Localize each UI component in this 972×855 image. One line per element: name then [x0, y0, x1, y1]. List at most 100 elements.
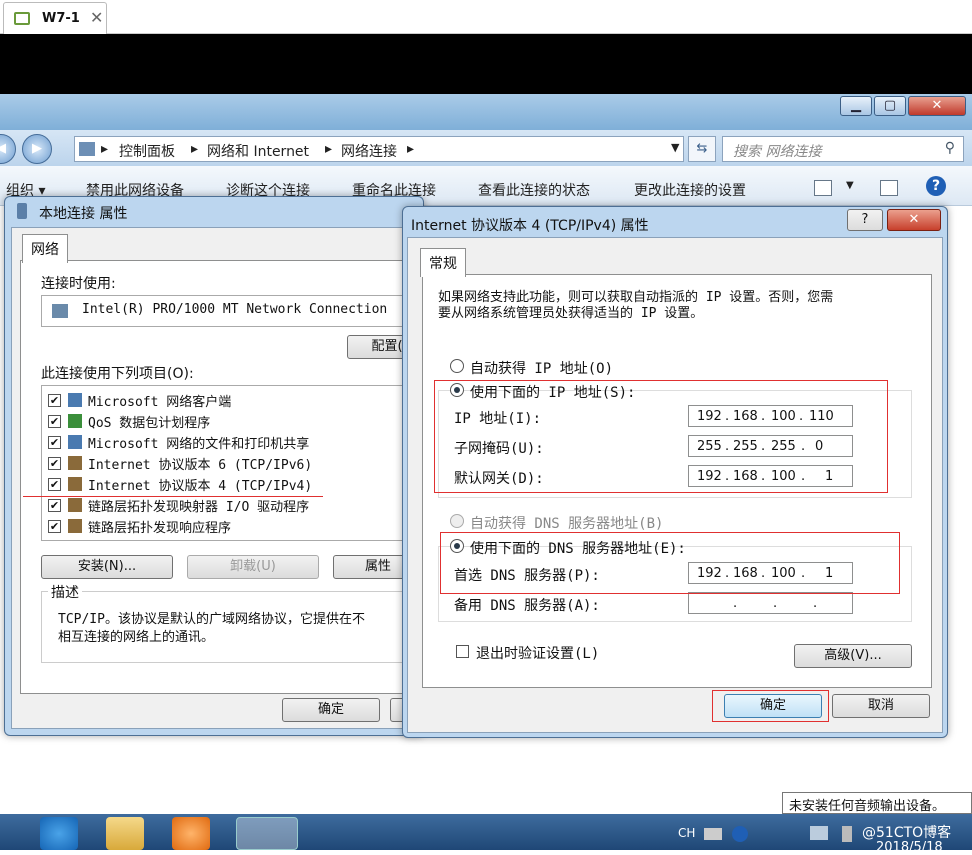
explorer-caption: ▁ ▢ ✕ — [0, 94, 972, 130]
vm-tab-title: W7-1 — [42, 11, 80, 26]
maximize-button[interactable]: ▢ — [874, 96, 906, 116]
description-legend: 描述 — [48, 582, 82, 602]
auto-ip-radio[interactable] — [450, 359, 464, 373]
item-label: QoS 数据包计划程序 — [88, 416, 211, 431]
vm-tab-close-icon[interactable]: ✕ — [90, 8, 103, 27]
vm-toolbar-area — [0, 34, 972, 94]
red-underline — [23, 496, 323, 497]
local-connection-dialog: 本地连接 属性 网络 连接时使用: Intel(R) PRO/1000 MT N… — [4, 196, 430, 736]
language-indicator[interactable]: CH — [678, 826, 695, 840]
search-icon: ⚲ — [944, 140, 955, 156]
item-label: Internet 协议版本 4 (TCP/IPv4) — [88, 479, 313, 494]
description-line-2: 相互连接的网络上的通讯。 — [58, 630, 215, 645]
item-checkbox[interactable]: ✔ — [48, 478, 61, 491]
uninstall-button[interactable]: 卸载(U) — [187, 555, 319, 579]
address-bar-row: ◀ ▶ ▸ 控制面板 ▸ 网络和 Internet ▸ 网络连接 ▸ ▼ ⇆ 搜… — [0, 130, 972, 166]
connect-using-label: 连接时使用: — [41, 276, 116, 292]
control-panel-icon — [79, 142, 95, 156]
item-checkbox[interactable]: ✔ — [48, 415, 61, 428]
component-icon — [68, 498, 82, 512]
address-input[interactable]: ▸ 控制面板 ▸ 网络和 Internet ▸ 网络连接 ▸ ▼ — [74, 136, 684, 162]
description-line-1: TCP/IP。该协议是默认的广域网络协议，它提供在不 — [58, 612, 365, 627]
item-label: 链路层拓扑发现响应程序 — [88, 521, 232, 536]
red-highlight-ip — [434, 380, 888, 493]
item-checkbox[interactable]: ✔ — [48, 457, 61, 470]
help-icon[interactable]: ? — [926, 176, 946, 196]
network-adapter-icon — [17, 203, 27, 219]
list-item[interactable]: ✔ Internet 协议版本 6 (TCP/IPv6) — [42, 453, 412, 473]
network-tray-icon[interactable] — [810, 826, 828, 840]
red-highlight-dns — [440, 532, 900, 594]
auto-ip-label: 自动获得 IP 地址(O) — [470, 361, 614, 377]
list-item[interactable]: ✔ 链路层拓扑发现映射器 I/O 驱动程序 — [42, 495, 412, 515]
ipv4-close-button[interactable]: ✕ — [887, 209, 941, 231]
auto-dns-label: 自动获得 DNS 服务器地址(B) — [470, 516, 664, 532]
list-item[interactable]: ✔ Microsoft 网络客户端 — [42, 390, 412, 410]
ie-icon[interactable] — [40, 817, 78, 850]
network-card-icon — [52, 304, 68, 318]
component-icon — [68, 477, 82, 491]
breadcrumb-network-internet[interactable]: 网络和 Internet — [207, 141, 309, 161]
media-player-icon[interactable] — [172, 817, 210, 850]
local-ok-button[interactable]: 确定 — [282, 698, 380, 722]
preview-pane-icon[interactable] — [880, 180, 898, 196]
ipv4-cancel-button[interactable]: 取消 — [832, 694, 930, 718]
help-button[interactable]: ? — [847, 209, 883, 231]
refresh-icon[interactable]: ⇆ — [688, 136, 716, 162]
list-item[interactable]: ✔ Microsoft 网络的文件和打印机共享 — [42, 432, 412, 452]
item-checkbox[interactable]: ✔ — [48, 436, 61, 449]
minimize-button[interactable]: ▁ — [840, 96, 872, 116]
validate-checkbox[interactable] — [456, 645, 469, 658]
speaker-icon[interactable] — [842, 826, 852, 842]
item-checkbox[interactable]: ✔ — [48, 520, 61, 533]
item-label: Internet 协议版本 6 (TCP/IPv6) — [88, 458, 313, 473]
list-item[interactable]: ✔ 链路层拓扑发现响应程序 — [42, 516, 412, 536]
forward-button[interactable]: ▶ — [22, 134, 52, 164]
adapter-name: Intel(R) PRO/1000 MT Network Connection — [82, 302, 388, 317]
help-tray-icon[interactable] — [732, 826, 748, 842]
component-icon — [68, 435, 82, 449]
item-label: Microsoft 网络客户端 — [88, 395, 232, 410]
list-item[interactable]: ✔ QoS 数据包计划程序 — [42, 411, 412, 431]
dialog-body: 网络 连接时使用: Intel(R) PRO/1000 MT Network C… — [11, 227, 430, 729]
cmd-change-settings[interactable]: 更改此连接的设置 — [634, 180, 746, 200]
chevron-down-icon[interactable]: ▼ — [671, 141, 679, 154]
tab-general[interactable]: 常规 — [420, 248, 466, 277]
description-group: 描述 TCP/IP。该协议是默认的广域网络协议，它提供在不 相互连接的网络上的通… — [41, 582, 419, 663]
network-connections-taskbar-icon[interactable] — [236, 817, 298, 850]
close-button[interactable]: ✕ — [908, 96, 966, 116]
keyboard-icon[interactable] — [704, 828, 722, 840]
item-checkbox[interactable]: ✔ — [48, 499, 61, 512]
list-item[interactable]: ✔ Internet 协议版本 4 (TCP/IPv4) — [42, 474, 412, 494]
breadcrumb-network-connections[interactable]: 网络连接 — [341, 141, 397, 161]
chevron-down-icon[interactable]: ▼ — [846, 180, 854, 191]
auto-dns-radio[interactable] — [450, 514, 464, 528]
explorer-folder-icon[interactable] — [106, 817, 144, 850]
back-button[interactable]: ◀ — [0, 134, 16, 164]
item-label: Microsoft 网络的文件和打印机共享 — [88, 437, 310, 452]
tab-network[interactable]: 网络 — [22, 234, 68, 263]
search-placeholder: 搜索 网络连接 — [733, 144, 822, 160]
breadcrumb-control-panel[interactable]: 控制面板 — [119, 141, 175, 161]
alternate-dns-input[interactable]: . . . — [688, 592, 853, 614]
search-input[interactable]: 搜索 网络连接 ⚲ — [722, 136, 964, 162]
cmd-view-status[interactable]: 查看此连接的状态 — [478, 180, 590, 200]
vm-tab[interactable]: W7-1 ✕ — [3, 2, 107, 34]
taskbar: CH @51CTO博客 2018/5/18 — [0, 814, 972, 855]
adapter-field: Intel(R) PRO/1000 MT Network Connection — [41, 295, 419, 327]
items-label: 此连接使用下列项目(O): — [41, 366, 194, 382]
red-highlight-ok — [712, 690, 829, 722]
intro-line-2: 要从网络系统管理员处获得适当的 IP 设置。 — [438, 306, 704, 321]
install-button[interactable]: 安装(N)... — [41, 555, 173, 579]
vm-icon — [14, 12, 30, 25]
item-label: 链路层拓扑发现映射器 I/O 驱动程序 — [88, 500, 310, 515]
audio-notification-balloon: 未安装任何音频输出设备。 — [782, 792, 972, 814]
alternate-dns-label: 备用 DNS 服务器(A): — [454, 598, 600, 614]
component-icon — [68, 519, 82, 533]
view-options-icon[interactable] — [814, 180, 832, 196]
items-list: ✔ Microsoft 网络客户端 ✔ QoS 数据包计划程序 ✔ Microsoft 网… — [41, 385, 419, 541]
vm-tab-bar: W7-1 ✕ — [0, 0, 972, 34]
advanced-button[interactable]: 高级(V)... — [794, 644, 912, 668]
item-checkbox[interactable]: ✔ — [48, 394, 61, 407]
tab-page: 连接时使用: Intel(R) PRO/1000 MT Network Conn… — [20, 260, 427, 694]
